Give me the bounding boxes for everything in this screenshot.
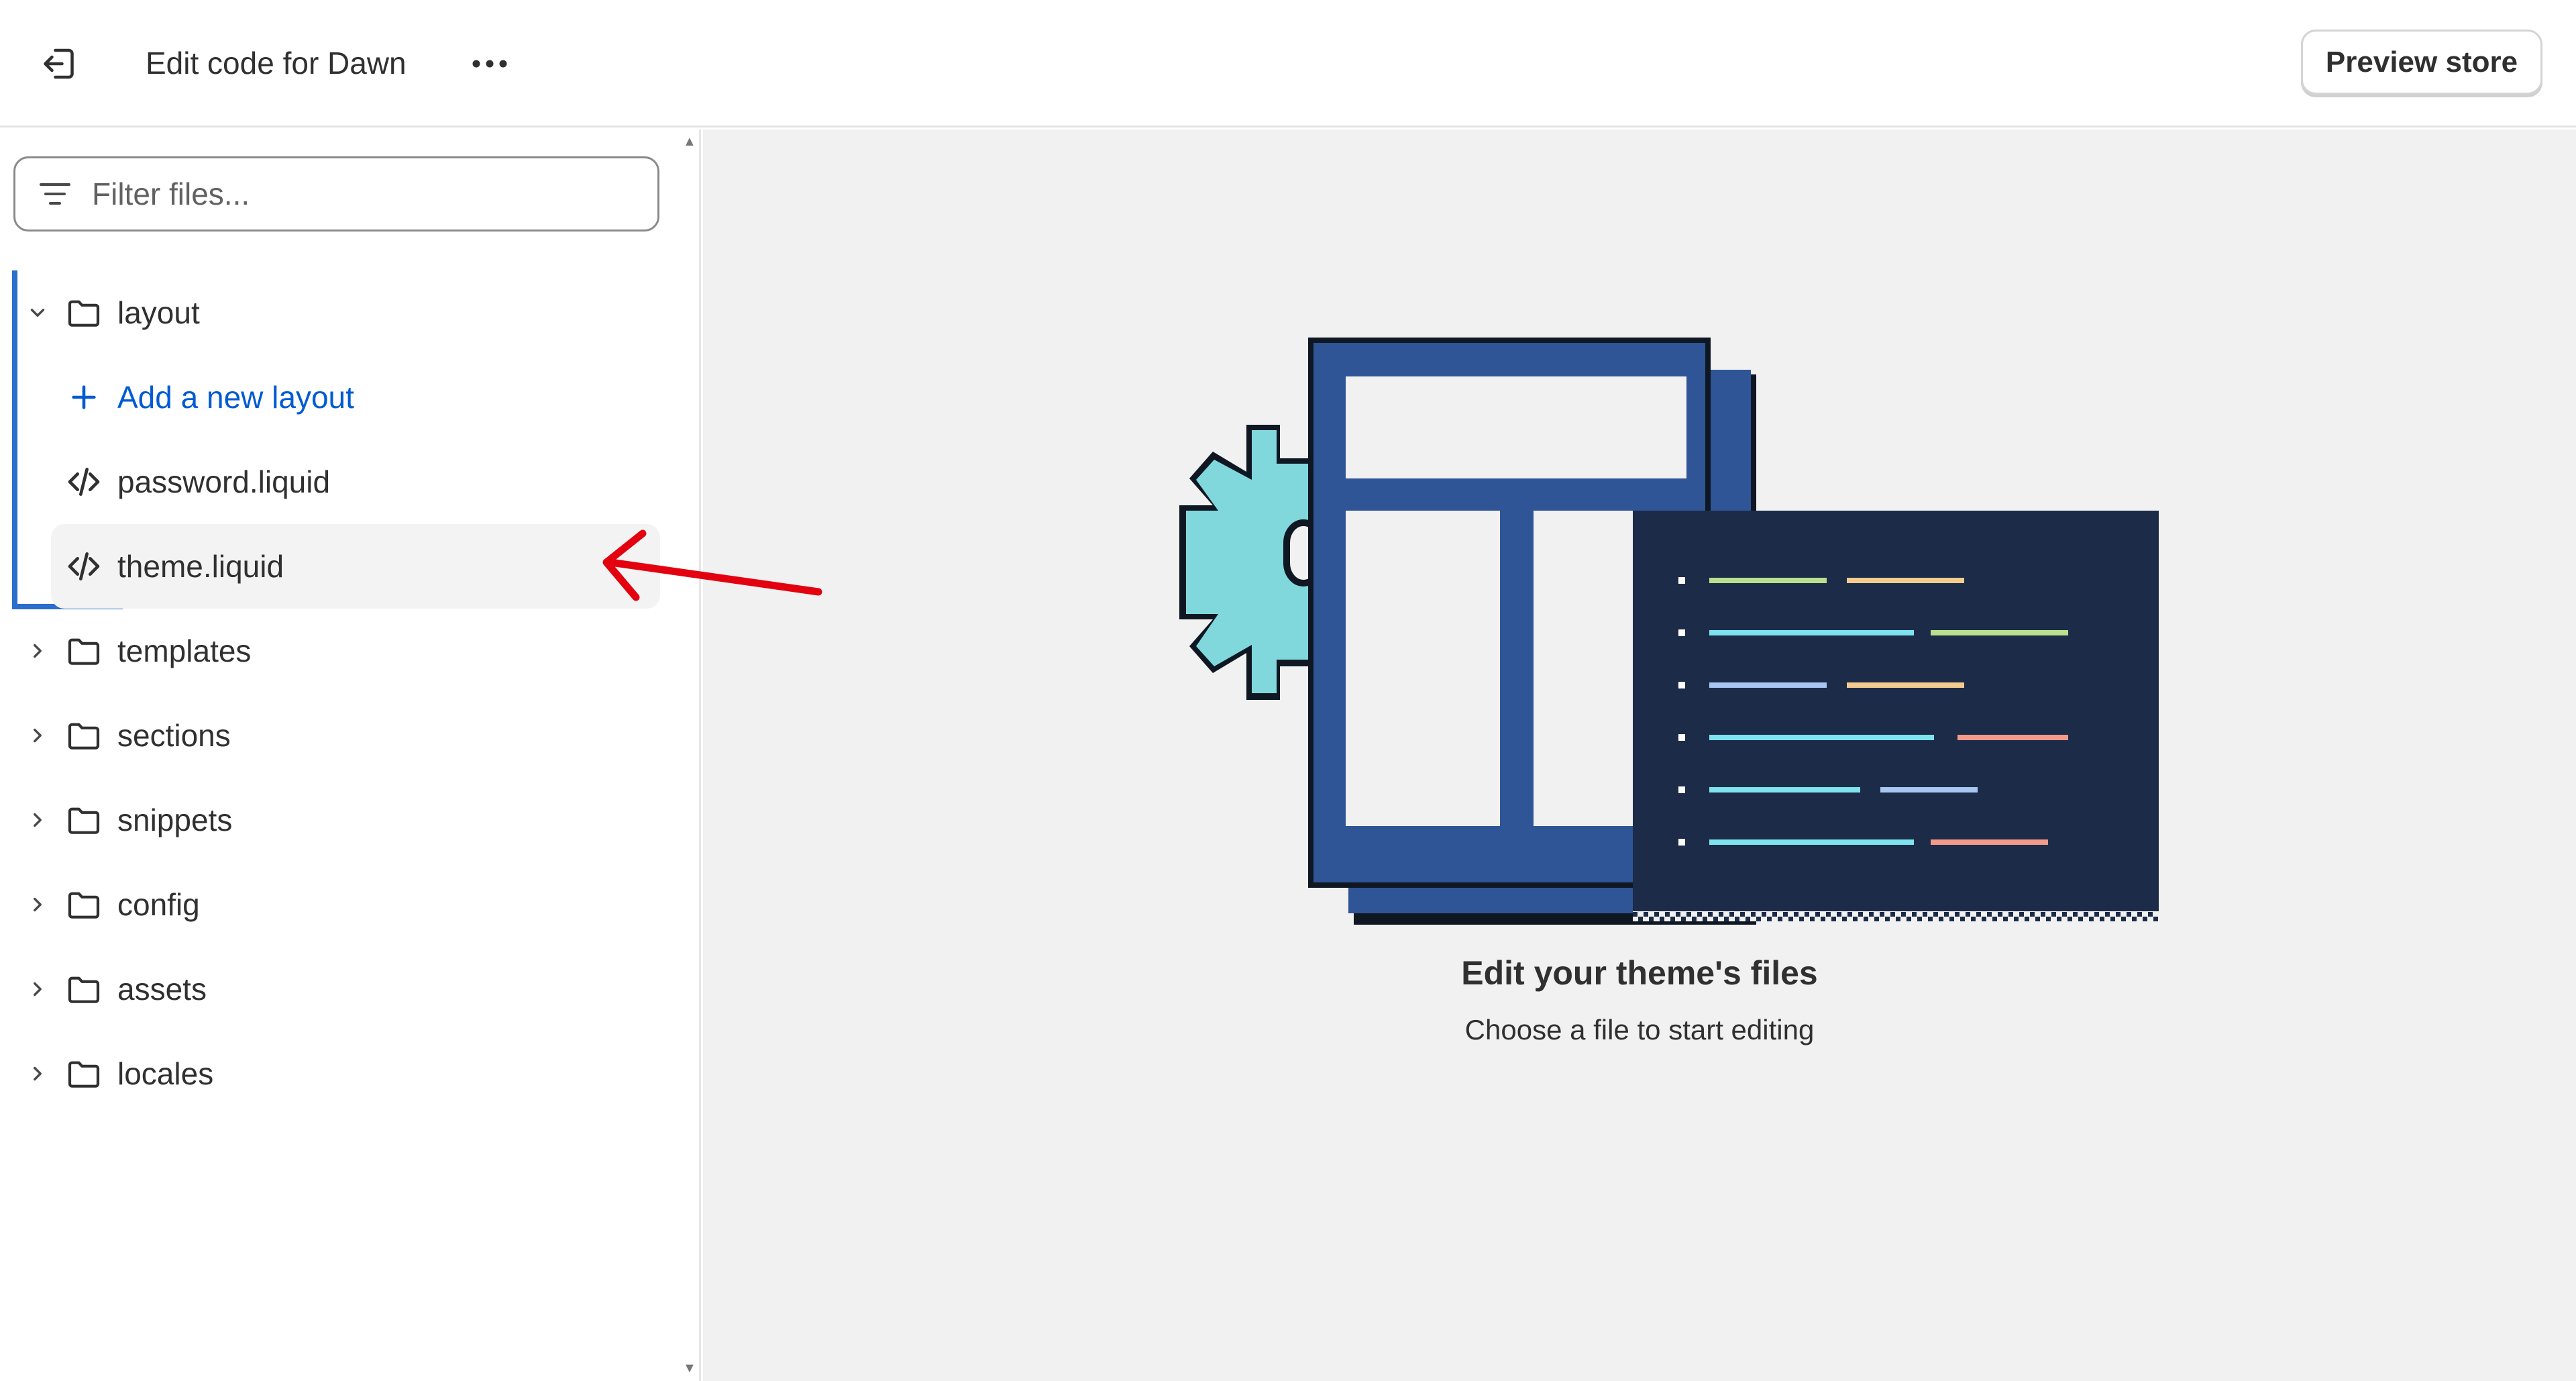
chevron-right-icon [24, 891, 51, 918]
file-tree: layout Add a new layout password.liquid … [0, 270, 671, 1116]
code-panel [1633, 511, 2159, 920]
page-header-block [1346, 376, 1686, 478]
chevron-right-icon [24, 637, 51, 664]
code-panel-dither [1633, 911, 2159, 921]
filter-files-input[interactable] [92, 176, 642, 212]
folder-config[interactable]: config [0, 862, 671, 947]
folder-icon [64, 631, 103, 670]
gear-shape [1179, 425, 1324, 700]
theme-files-illustration [1179, 338, 2159, 925]
filter-files-field[interactable] [13, 156, 659, 232]
chevron-right-icon [24, 722, 51, 749]
file-label: theme.liquid [117, 549, 284, 584]
folder-icon [64, 801, 103, 839]
code-icon [64, 462, 103, 501]
folder-icon [64, 293, 103, 332]
add-new-layout-link[interactable]: Add a new layout [0, 355, 671, 440]
file-password-liquid[interactable]: password.liquid [0, 440, 671, 524]
file-theme-liquid[interactable]: theme.liquid [51, 524, 660, 609]
chevron-right-icon [24, 976, 51, 1003]
folder-label: snippets [117, 803, 233, 837]
code-icon [64, 547, 103, 586]
scroll-up-arrow[interactable]: ▲ [683, 134, 696, 150]
page-title: Edit code for Dawn [146, 46, 407, 81]
folder-icon [64, 716, 103, 755]
chevron-right-icon [24, 807, 51, 833]
exit-icon [44, 48, 74, 79]
empty-state-title: Edit your theme's files [1461, 954, 1818, 992]
folder-label: config [117, 887, 200, 922]
folder-icon [64, 970, 103, 1009]
folder-assets[interactable]: assets [0, 947, 671, 1031]
layout-folder-group: layout Add a new layout password.liquid … [0, 270, 671, 609]
plus-icon [64, 378, 103, 417]
more-horizontal-icon [472, 60, 507, 68]
file-sidebar: layout Add a new layout password.liquid … [0, 130, 701, 1381]
folder-templates[interactable]: templates [0, 609, 671, 693]
folder-locales[interactable]: locales [0, 1031, 671, 1116]
folder-icon [64, 1054, 103, 1093]
scroll-down-arrow[interactable]: ▼ [683, 1361, 696, 1376]
folder-label: assets [117, 972, 207, 1007]
top-bar: Edit code for Dawn Preview store [0, 0, 2576, 127]
more-actions-button[interactable] [463, 40, 517, 87]
exit-button[interactable] [34, 37, 87, 91]
chevron-down-icon [24, 299, 51, 326]
page-column-left [1346, 511, 1500, 826]
folder-snippets[interactable]: snippets [0, 778, 671, 862]
folder-layout[interactable]: layout [0, 270, 671, 355]
editor-area: Edit your theme's files Choose a file to… [703, 130, 2576, 1381]
filter-icon [38, 181, 78, 207]
folder-sections[interactable]: sections [0, 693, 671, 778]
add-layout-label: Add a new layout [117, 380, 354, 415]
empty-state-subtitle: Choose a file to start editing [1464, 1014, 1815, 1045]
folder-label: templates [117, 633, 252, 668]
folder-icon [64, 885, 103, 924]
annotation-arrow [602, 529, 822, 601]
folder-label: sections [117, 718, 231, 753]
preview-store-button[interactable]: Preview store [2301, 30, 2542, 95]
chevron-right-icon [24, 1060, 51, 1087]
folder-label: locales [117, 1056, 214, 1091]
file-label: password.liquid [117, 464, 331, 499]
folder-label: layout [117, 295, 200, 330]
